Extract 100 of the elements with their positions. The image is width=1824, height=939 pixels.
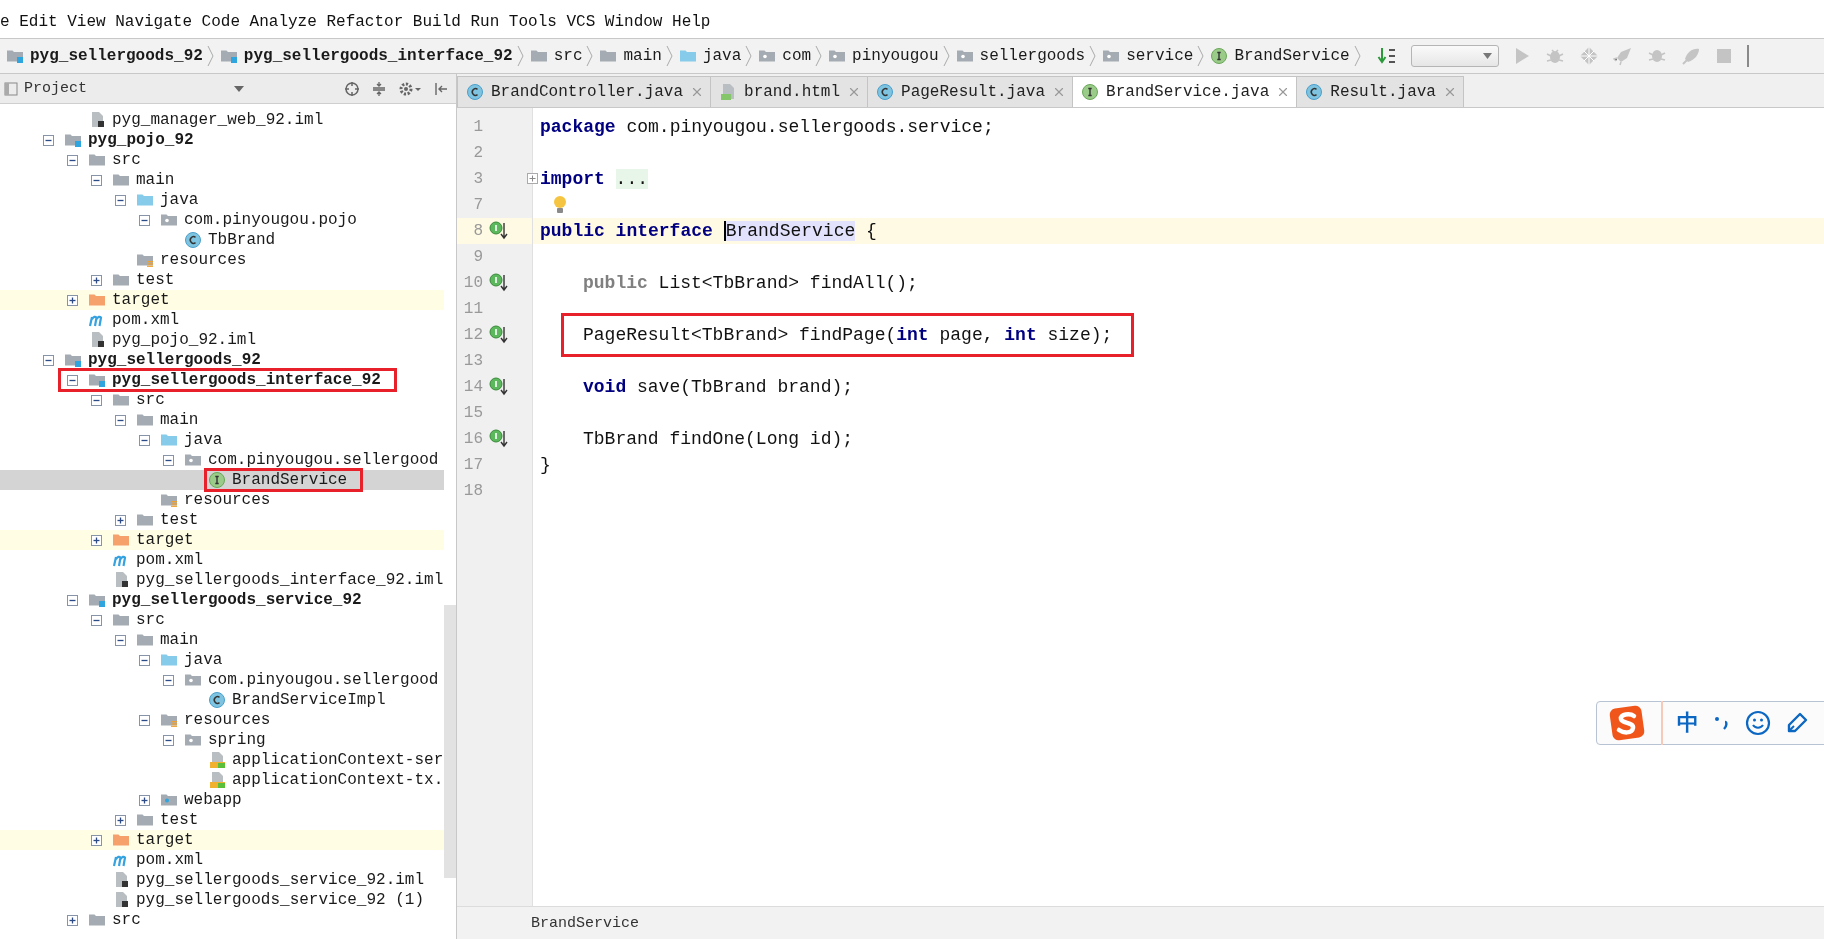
tree-item[interactable]: resources bbox=[0, 710, 444, 730]
menu-item[interactable]: Code bbox=[201, 13, 240, 31]
menu-item[interactable]: Run bbox=[470, 13, 500, 31]
tree-item[interactable]: target bbox=[0, 830, 444, 850]
tree-item[interactable]: pyg_sellergoods_interface_92 bbox=[0, 370, 444, 390]
tree-toggle[interactable] bbox=[114, 194, 126, 206]
menu-item[interactable]: Build bbox=[412, 13, 461, 31]
menu-item[interactable]: e bbox=[0, 13, 10, 31]
tree-toggle[interactable] bbox=[90, 394, 102, 406]
tree-item[interactable]: java bbox=[0, 430, 444, 450]
tree-item[interactable]: test bbox=[0, 810, 444, 830]
tree-item[interactable]: src bbox=[0, 150, 444, 170]
tree-item[interactable]: pyg_manager_web_92.iml bbox=[0, 110, 444, 130]
tree-item[interactable]: src bbox=[0, 910, 444, 930]
editor-tab[interactable]: BrandController.java bbox=[457, 76, 712, 107]
editor-tab[interactable]: Result.java bbox=[1296, 76, 1464, 107]
tree-toggle[interactable] bbox=[42, 354, 54, 366]
tree-item[interactable]: pyg_pojo_92.iml bbox=[0, 330, 444, 350]
editor-breadcrumb[interactable]: BrandService bbox=[531, 914, 640, 932]
tree-item[interactable]: pyg_pojo_92 bbox=[0, 130, 444, 150]
tree-toggle[interactable] bbox=[138, 434, 150, 446]
tree-item[interactable]: pyg_sellergoods_service_92 bbox=[0, 590, 444, 610]
tree-toggle[interactable] bbox=[66, 294, 78, 306]
breadcrumb-item[interactable]: src bbox=[529, 47, 583, 65]
tree-toggle[interactable] bbox=[162, 734, 174, 746]
tree-toggle[interactable] bbox=[162, 454, 174, 466]
tree-item[interactable]: applicationContext-ser bbox=[0, 750, 444, 770]
tree-item[interactable]: target bbox=[0, 530, 444, 550]
tree-item[interactable]: pom.xml bbox=[0, 310, 444, 330]
breadcrumb-item[interactable]: java bbox=[678, 47, 742, 65]
tree-toggle[interactable] bbox=[114, 514, 126, 526]
tree-item[interactable]: resources bbox=[0, 250, 444, 270]
hide-panel-icon[interactable] bbox=[434, 80, 448, 97]
tree-item[interactable]: TbBrand bbox=[0, 230, 444, 250]
tree-item[interactable]: src bbox=[0, 390, 444, 410]
tree-item[interactable]: src bbox=[0, 610, 444, 630]
tree-item[interactable]: pom.xml bbox=[0, 550, 444, 570]
editor-tab[interactable]: BrandService.java bbox=[1072, 76, 1298, 107]
tree-toggle[interactable] bbox=[114, 634, 126, 646]
menu-item[interactable]: Edit bbox=[19, 13, 58, 31]
editor-tab[interactable]: PageResult.java bbox=[867, 76, 1074, 107]
tree-item[interactable]: test bbox=[0, 270, 444, 290]
tree-item[interactable]: BrandService bbox=[0, 470, 444, 490]
tree-toggle[interactable] bbox=[90, 174, 102, 186]
tree-toggle[interactable] bbox=[66, 594, 78, 606]
tree-item[interactable]: com.pinyougou.sellergood bbox=[0, 670, 444, 690]
tree-toggle[interactable] bbox=[90, 274, 102, 286]
tree-item[interactable]: main bbox=[0, 410, 444, 430]
tree-item[interactable]: BrandServiceImpl bbox=[0, 690, 444, 710]
sort-icon[interactable] bbox=[1376, 46, 1397, 66]
tree-toggle[interactable] bbox=[162, 674, 174, 686]
tree-toggle[interactable] bbox=[42, 134, 54, 146]
tree-item[interactable]: test bbox=[0, 510, 444, 530]
tree-item[interactable]: com.pinyougou.pojo bbox=[0, 210, 444, 230]
tree-item[interactable]: com.pinyougou.sellergood bbox=[0, 450, 444, 470]
tree-toggle[interactable] bbox=[90, 614, 102, 626]
tree-toggle[interactable] bbox=[138, 654, 150, 666]
tree-item[interactable]: applicationContext-tx. bbox=[0, 770, 444, 790]
tree-item[interactable]: target bbox=[0, 290, 444, 310]
breadcrumb-item[interactable]: com bbox=[758, 47, 812, 65]
menu-item[interactable]: Window bbox=[604, 13, 663, 31]
breadcrumb-item[interactable]: pyg_sellergoods_interface_92 bbox=[219, 47, 513, 65]
lightbulb-icon[interactable] bbox=[552, 195, 568, 215]
tree-toggle[interactable] bbox=[66, 374, 78, 386]
tree-item[interactable]: spring bbox=[0, 730, 444, 750]
menu-item[interactable]: Help bbox=[672, 13, 711, 31]
tree-item[interactable]: pyg_sellergoods_92 bbox=[0, 350, 444, 370]
tree-toggle[interactable] bbox=[138, 714, 150, 726]
tree-toggle[interactable] bbox=[138, 794, 150, 806]
tree-item[interactable]: java bbox=[0, 190, 444, 210]
tree-toggle[interactable] bbox=[66, 154, 78, 166]
breadcrumb-item[interactable]: main bbox=[599, 47, 662, 65]
tree-item[interactable]: pom.xml bbox=[0, 850, 444, 870]
menu-item[interactable]: VCS bbox=[566, 13, 596, 31]
menu-item[interactable]: View bbox=[67, 13, 106, 31]
scrollbar-thumb[interactable] bbox=[444, 605, 456, 878]
tree-toggle[interactable] bbox=[114, 414, 126, 426]
tree-toggle[interactable] bbox=[66, 914, 78, 926]
tree-item[interactable]: pyg_sellergoods_service_92 (1) bbox=[0, 890, 444, 910]
tree-toggle[interactable] bbox=[90, 834, 102, 846]
tree-item[interactable]: main bbox=[0, 170, 444, 190]
tree-toggle[interactable] bbox=[138, 214, 150, 226]
editor-tab[interactable]: brand.html bbox=[710, 76, 869, 107]
gear-icon[interactable] bbox=[398, 80, 422, 97]
fold-toggle-icon[interactable] bbox=[527, 173, 538, 184]
menu-item[interactable]: Navigate bbox=[115, 13, 192, 31]
smiley-icon[interactable] bbox=[1745, 710, 1771, 736]
crosshair-icon[interactable] bbox=[344, 80, 360, 97]
pen-icon[interactable] bbox=[1785, 711, 1809, 735]
breadcrumb-item[interactable]: service bbox=[1102, 47, 1194, 65]
breadcrumb-item[interactable]: pinyougou bbox=[828, 47, 939, 65]
collapse-all-icon[interactable] bbox=[372, 80, 386, 97]
tree-item[interactable]: webapp bbox=[0, 790, 444, 810]
input-mode-toggle[interactable]: 中 bbox=[1677, 708, 1699, 738]
tree-item[interactable]: resources bbox=[0, 490, 444, 510]
breadcrumb-item[interactable]: BrandService bbox=[1210, 47, 1350, 65]
menu-item[interactable]: Analyze bbox=[249, 13, 317, 31]
breadcrumb-item[interactable]: sellergoods bbox=[955, 47, 1086, 65]
tree-toggle[interactable] bbox=[90, 534, 102, 546]
menu-item[interactable]: Tools bbox=[508, 13, 557, 31]
